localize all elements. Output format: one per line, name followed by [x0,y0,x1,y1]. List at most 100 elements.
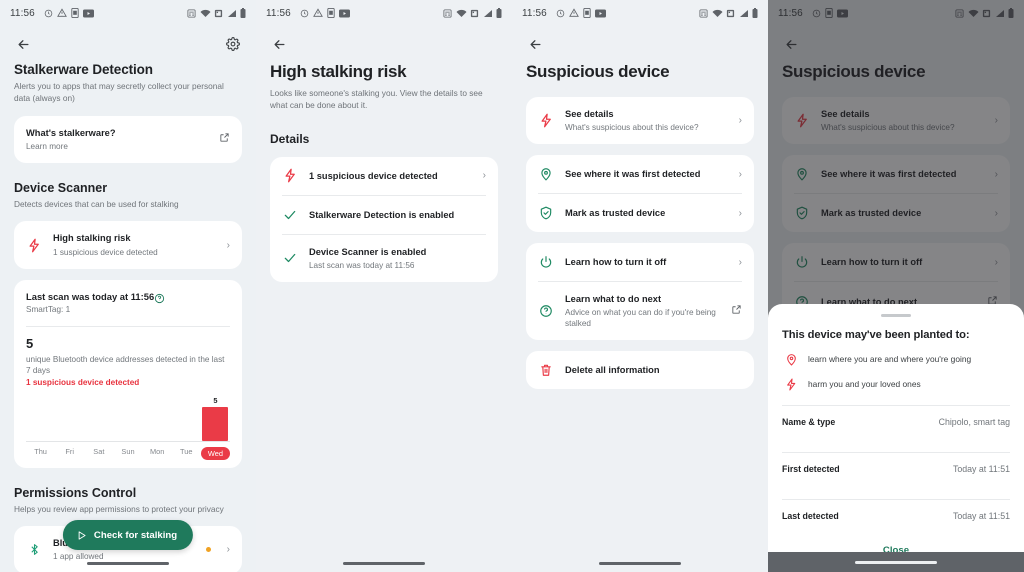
detail-row-last-detected: Last detected Today at 11:51 [782,500,1010,532]
risk-text: harm you and your loved ones [808,379,921,389]
permissions-section-title: Permissions Control [14,485,137,500]
row-device-scanner-enabled: Device Scanner is enabled Last scan was … [270,235,498,282]
row-stalkerware-enabled: Stalkerware Detection is enabled [270,196,498,234]
risk-item-harm: harm you and your loved ones [782,377,1010,391]
row-high-stalking-risk[interactable]: High stalking risk 1 suspicious device d… [14,221,242,268]
page-subtitle: Looks like someone's stalking you. View … [270,88,483,110]
last-scan-subtitle: SmartTag: 1 [26,304,71,314]
check-for-stalking-button[interactable]: Check for stalking [62,520,194,550]
screen-suspicious-device: 11:56 Suspicious device See details What… [512,0,768,572]
chevron-right-icon: › [738,115,742,127]
row-learn-what-to-do-next[interactable]: Learn what to do next Advice on what you… [526,282,754,340]
play-icon [76,530,87,541]
signal-icon [739,9,749,18]
warning-dot-badge [205,547,211,553]
youtube-icon [338,9,350,18]
power-icon [538,254,554,270]
detail-key: Last detected [782,511,839,521]
chart-bar-column [84,396,113,441]
nav-home-pill[interactable] [855,560,937,564]
wifi-icon [456,9,467,18]
row-title: Delete all information [565,365,660,376]
row-mark-as-trusted[interactable]: Mark as trusted device › [526,194,754,232]
location-pin-icon [784,352,798,366]
trash-icon [538,362,554,378]
chevron-right-icon: › [482,170,486,182]
chart-bar-value: 5 [213,395,218,405]
nav-home-pill[interactable] [599,561,681,565]
shield-check-icon [538,205,554,221]
signal-icon [227,9,237,18]
system-nav-bar [256,554,512,572]
calculator-icon [699,8,708,18]
row-title: Device Scanner is enabled [309,246,427,257]
battery-icon [496,8,502,18]
row-text: See details What's suspicious about this… [565,108,728,133]
sim-card-icon [583,8,591,18]
row-suspicious-device[interactable]: 1 suspicious device detected › [270,157,498,195]
stalkerware-section-subtitle: Alerts you to apps that may secretly col… [14,81,224,103]
help-circle-icon[interactable] [154,291,165,309]
row-title: What's stalkerware? [26,127,116,138]
chart-x-tick-wrap: Sun [113,447,142,460]
device-actions-card: See where it was first detected › Mark a… [526,155,754,233]
row-learn-turn-off[interactable]: Learn how to turn it off › [526,243,754,281]
sheet-drag-handle[interactable] [881,314,911,317]
app-bar-3 [512,26,768,62]
nav-home-pill[interactable] [343,561,425,565]
clock-icon [300,9,309,18]
row-delete-all-information[interactable]: Delete all information [526,351,754,389]
check-icon [282,250,298,266]
last-scan-card: Last scan was today at 11:56 SmartTag: 1… [14,279,242,468]
lightning-bolt-icon [26,237,42,253]
battery-icon [752,8,758,18]
stalkerware-section-title: Stalkerware Detection [14,62,153,77]
lightning-bolt-icon [784,377,798,391]
system-nav-bar [512,554,768,572]
app-bar-2 [256,26,512,62]
row-subtitle: 1 suspicious device detected [53,247,158,257]
signal-icon [483,9,493,18]
page-title: Suspicious device [526,62,670,81]
wifi-icon [712,9,723,18]
nav-home-pill[interactable] [87,561,169,565]
back-button[interactable] [524,33,546,55]
device-info-bottom-sheet: This device may've been planted to: lear… [768,304,1024,572]
row-text: Learn what to do next Advice on what you… [565,293,720,329]
calculator-icon [187,8,196,18]
youtube-icon [82,9,94,18]
sd-card-icon [726,9,735,18]
settings-gear-icon[interactable] [222,33,244,55]
screen1-content: Stalkerware Detection Alerts you to apps… [0,62,256,572]
warning-triangle-icon [56,8,67,18]
chart-bar-column [55,396,84,441]
chart-bar-column: 5 [201,396,230,441]
chart-x-tick-wrap: Thu [26,447,55,460]
chart-bar-column [26,396,55,441]
warning-triangle-icon [568,8,579,18]
row-text: See where it was first detected [565,168,728,180]
screen-safety-core: 11:56 Stalkerware Detection Alerts you t… [0,0,256,572]
sd-card-icon [470,9,479,18]
row-see-where-first-detected[interactable]: See where it was first detected › [526,155,754,193]
row-subtitle: Learn more [26,141,68,151]
row-title: High stalking risk [53,233,131,244]
screen2-content: High stalking risk Looks like someone's … [256,62,512,282]
back-button[interactable] [12,33,34,55]
status-bar: 11:56 [256,0,512,26]
status-bar-clock: 11:56 [522,7,547,19]
row-title: Mark as trusted device [565,208,666,219]
whats-stalkerware-card: What's stalkerware? Learn more [14,115,242,163]
row-see-details[interactable]: See details What's suspicious about this… [526,97,754,144]
chevron-right-icon: › [738,256,742,268]
calculator-icon [443,8,452,18]
device-scanner-section-title: Device Scanner [14,180,108,195]
risk-text: learn where you are and where you're goi… [808,354,972,364]
device-scanner-section-subtitle: Detects devices that can be used for sta… [14,198,179,209]
screenshot-root: 11:56 Stalkerware Detection Alerts you t… [0,0,1024,572]
app-bar-1 [0,26,256,62]
row-whats-stalkerware[interactable]: What's stalkerware? Learn more [14,116,242,163]
youtube-icon [594,9,606,18]
detail-value: Today at 11:51 [952,511,1010,521]
back-button[interactable] [268,33,290,55]
